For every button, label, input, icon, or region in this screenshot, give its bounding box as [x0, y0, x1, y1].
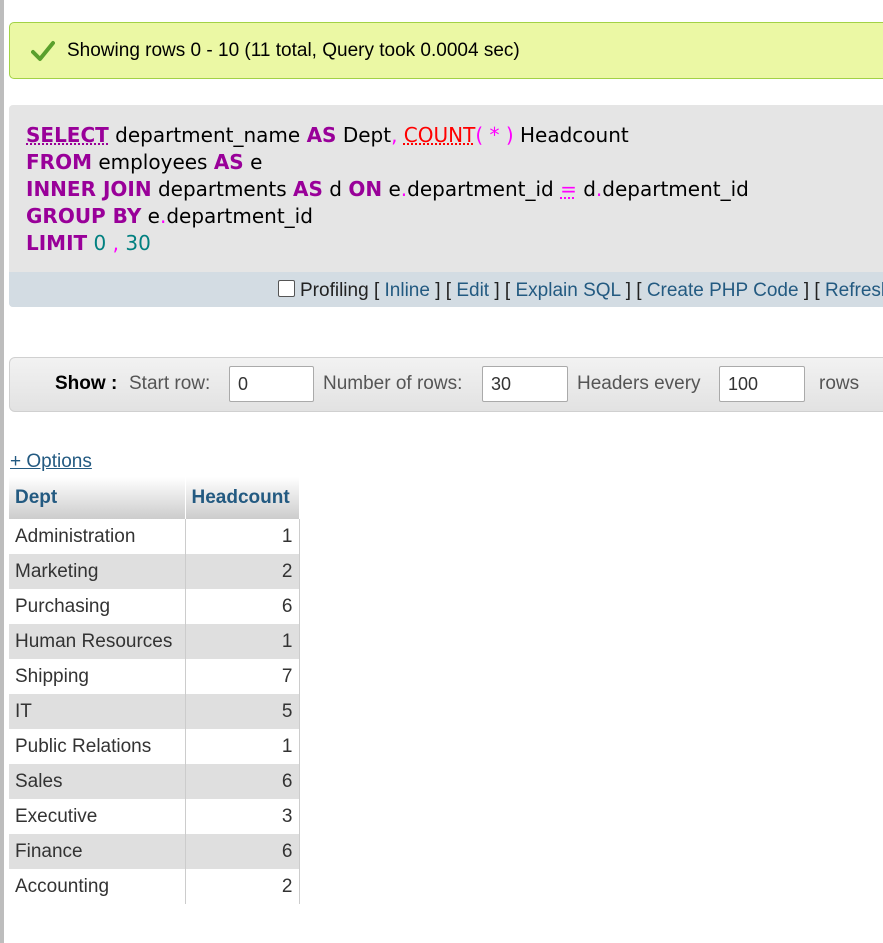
- sql-identifier: d: [583, 177, 596, 201]
- sql-keyword: INNER JOIN: [26, 177, 152, 201]
- sql-keyword: AS: [306, 123, 337, 147]
- sql-line-2: FROM employees AS e: [26, 149, 749, 176]
- cell-dept: Finance: [9, 834, 186, 869]
- cell-headcount: 3: [185, 799, 300, 834]
- table-row: IT 5: [9, 694, 300, 729]
- sql-keyword: AS: [293, 177, 323, 201]
- sql-identifier: d: [329, 177, 342, 201]
- table-row: Sales 6: [9, 764, 300, 799]
- sql-identifier: employees: [98, 150, 208, 174]
- navigation-show-bar: Show : Start row: 0 Number of rows: 30 H…: [9, 357, 883, 412]
- explain-sql-link[interactable]: Explain SQL: [515, 280, 620, 301]
- column-header-headcount[interactable]: Headcount: [185, 477, 300, 519]
- success-message-bar: Showing rows 0 - 10 (11 total, Query too…: [9, 22, 883, 79]
- sql-identifier: department_id: [602, 177, 749, 201]
- sql-function[interactable]: COUNT: [404, 123, 476, 147]
- sql-line-1: SELECT department_name AS Dept, COUNT( *…: [26, 122, 749, 149]
- cell-dept: Administration: [9, 519, 186, 554]
- create-php-code-link[interactable]: Create PHP Code: [647, 280, 799, 301]
- sql-line-4: GROUP BY e.department_id: [26, 203, 749, 230]
- sql-identifier: e: [147, 204, 160, 228]
- sql-identifier: department_name: [115, 123, 301, 147]
- sql-keyword: ON: [348, 177, 383, 201]
- sql-punct: ,: [391, 123, 398, 147]
- cell-dept: Public Relations: [9, 729, 186, 764]
- table-row: Finance 6: [9, 834, 300, 869]
- profiling-checkbox[interactable]: [278, 280, 295, 297]
- number-of-rows-label: Number of rows:: [323, 373, 463, 394]
- cell-headcount: 6: [185, 834, 300, 869]
- sql-links: Profiling [ Inline ] [ Edit ] [ Explain …: [278, 280, 883, 302]
- table-row: Marketing 2: [9, 554, 300, 589]
- result-table: Dept Headcount Administration 1 Marketing…: [9, 477, 300, 904]
- sql-identifier: Headcount: [520, 123, 629, 147]
- sql-line-3: INNER JOIN departments AS d ON e.departm…: [26, 176, 749, 203]
- sql-identifier: e: [250, 150, 263, 174]
- headers-every-label: Headers every: [577, 373, 701, 394]
- cell-headcount: 6: [185, 589, 300, 624]
- options-link[interactable]: + Options: [10, 451, 92, 473]
- sql-query-box: SELECT department_name AS Dept, COUNT( *…: [9, 105, 883, 307]
- sql-keyword: LIMIT: [26, 231, 88, 255]
- sql-keyword: GROUP BY: [26, 204, 142, 228]
- sql-punct: ( * ): [475, 123, 514, 147]
- success-message: Showing rows 0 - 10 (11 total, Query too…: [67, 40, 520, 61]
- sql-identifier: department_id: [166, 204, 313, 228]
- cell-headcount: 6: [185, 764, 300, 799]
- sql-identifier: e: [388, 177, 401, 201]
- table-row: Executive 3: [9, 799, 300, 834]
- show-label: Show :: [55, 373, 118, 394]
- sql-operator[interactable]: =: [560, 177, 577, 201]
- table-row: Purchasing 6: [9, 589, 300, 624]
- cell-headcount: 5: [185, 694, 300, 729]
- start-row-label: Start row:: [129, 373, 211, 394]
- cell-headcount: 1: [185, 519, 300, 554]
- sql-number: 30: [125, 231, 151, 255]
- table-row: Public Relations 1: [9, 729, 300, 764]
- refresh-link[interactable]: Refresh: [825, 280, 883, 301]
- cell-dept: Shipping: [9, 659, 186, 694]
- sql-punct: ,: [112, 231, 119, 255]
- sql-keyword[interactable]: SELECT: [26, 123, 109, 147]
- table-row: Shipping 7: [9, 659, 300, 694]
- sql-number: 0: [93, 231, 107, 255]
- table-row: Accounting 2: [9, 869, 300, 904]
- sql-query: SELECT department_name AS Dept, COUNT( *…: [26, 122, 749, 257]
- table-row: Administration 1: [9, 519, 300, 554]
- start-row-input[interactable]: 0: [229, 366, 314, 402]
- profiling-label[interactable]: Profiling: [300, 280, 369, 301]
- headers-every-input[interactable]: 100: [719, 366, 805, 402]
- left-border: [0, 0, 4, 943]
- cell-headcount: 2: [185, 554, 300, 589]
- cell-dept: Executive: [9, 799, 186, 834]
- sql-identifier: Dept: [342, 123, 392, 147]
- column-header-dept[interactable]: Dept: [9, 477, 186, 519]
- edit-link[interactable]: Edit: [456, 280, 489, 301]
- table-row: Human Resources 1: [9, 624, 300, 659]
- sql-keyword: FROM: [26, 150, 92, 174]
- table-header-row: Dept Headcount: [9, 477, 300, 519]
- check-icon: [31, 41, 55, 61]
- cell-dept: Accounting: [9, 869, 186, 904]
- cell-dept: Purchasing: [9, 589, 186, 624]
- sql-identifier: departments: [157, 177, 287, 201]
- cell-headcount: 7: [185, 659, 300, 694]
- sql-toolbar: Profiling [ Inline ] [ Edit ] [ Explain …: [9, 272, 883, 307]
- inline-link[interactable]: Inline: [385, 280, 430, 301]
- rows-label: rows: [819, 373, 860, 394]
- cell-headcount: 1: [185, 624, 300, 659]
- number-of-rows-input[interactable]: 30: [482, 366, 568, 402]
- sql-line-5: LIMIT 0 , 30: [26, 230, 749, 257]
- cell-headcount: 1: [185, 729, 300, 764]
- cell-dept: Marketing: [9, 554, 186, 589]
- cell-headcount: 2: [185, 869, 300, 904]
- cell-dept: Sales: [9, 764, 186, 799]
- cell-dept: Human Resources: [9, 624, 186, 659]
- sql-keyword: AS: [213, 150, 244, 174]
- cell-dept: IT: [9, 694, 186, 729]
- sql-identifier: department_id: [407, 177, 554, 201]
